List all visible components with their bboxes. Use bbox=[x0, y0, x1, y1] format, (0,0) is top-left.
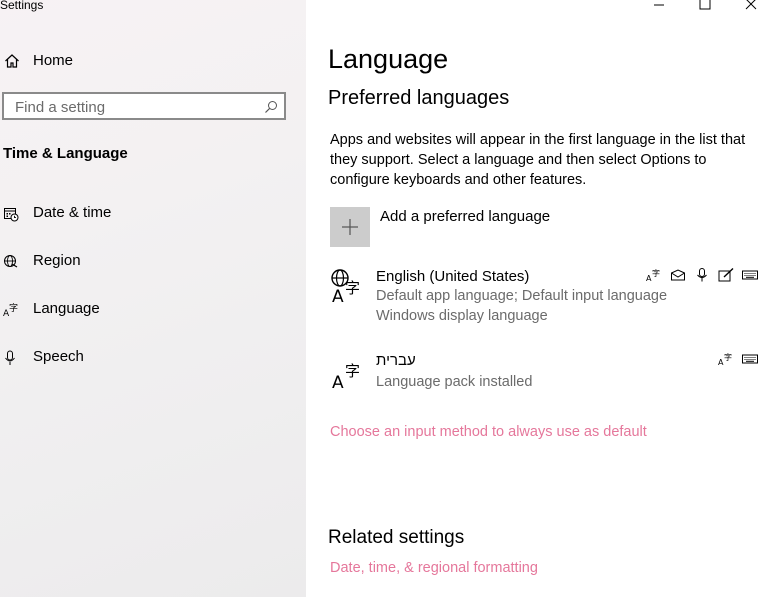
add-language-label[interactable]: Add a preferred language bbox=[380, 208, 550, 225]
language-status-line2: Windows display language bbox=[376, 308, 548, 324]
minimize-icon[interactable] bbox=[652, 0, 666, 12]
regional-formatting-link[interactable]: Date, time, & regional formatting bbox=[330, 560, 538, 576]
section-title: Time & Language bbox=[3, 145, 128, 162]
language-status-line1: Language pack installed bbox=[376, 374, 533, 390]
svg-text:字: 字 bbox=[652, 268, 660, 278]
plus-icon bbox=[342, 219, 358, 235]
keyboard-icon bbox=[742, 354, 758, 364]
language-item-english[interactable]: A 字 English (United States) Default app … bbox=[330, 268, 770, 328]
sidebar-item-label: Region bbox=[33, 252, 81, 269]
keyboard-icon bbox=[742, 270, 758, 280]
search-icon[interactable] bbox=[264, 100, 278, 114]
app-title: Settings bbox=[0, 0, 44, 12]
related-settings-heading: Related settings bbox=[328, 527, 465, 548]
globe-icon bbox=[4, 255, 18, 268]
language-pack-icon: A 字 bbox=[646, 268, 660, 282]
nav-home-label: Home bbox=[33, 52, 74, 69]
preferred-languages-heading: Preferred languages bbox=[328, 87, 510, 109]
search-placeholder: Find a setting bbox=[15, 99, 106, 116]
language-name: עברית bbox=[376, 352, 416, 369]
language-icon: A 字 bbox=[3, 302, 18, 318]
sidebar-item-date-time[interactable]: Date & time bbox=[0, 200, 300, 228]
svg-text:A: A bbox=[332, 373, 344, 392]
microphone-icon bbox=[697, 268, 707, 282]
text-to-speech-icon bbox=[671, 269, 685, 281]
add-language-button[interactable] bbox=[330, 207, 370, 247]
handwriting-icon bbox=[718, 268, 734, 282]
page-title: Language bbox=[328, 44, 449, 74]
sidebar-item-label: Language bbox=[33, 300, 100, 317]
language-name: English (United States) bbox=[376, 268, 530, 285]
sidebar: Settings Home Find a setting Time & Lang… bbox=[0, 0, 306, 597]
microphone-icon bbox=[5, 350, 15, 365]
calendar-clock-icon bbox=[4, 208, 19, 222]
maximize-icon[interactable] bbox=[698, 0, 712, 12]
main-content: Language Preferred languages Apps and we… bbox=[306, 0, 772, 597]
svg-text:字: 字 bbox=[345, 279, 360, 297]
search-input[interactable]: Find a setting bbox=[2, 92, 286, 120]
language-pack-icon: A 字 bbox=[718, 352, 732, 366]
close-icon[interactable] bbox=[744, 0, 758, 12]
window-controls bbox=[652, 0, 772, 12]
description-text: Apps and websites will appear in the fir… bbox=[330, 132, 746, 188]
svg-text:A: A bbox=[332, 287, 344, 304]
language-glyph-icon: A 字 bbox=[332, 362, 360, 392]
sidebar-item-label: Date & time bbox=[33, 204, 112, 221]
nav-home[interactable]: Home bbox=[0, 48, 300, 74]
sidebar-item-region[interactable]: Region bbox=[0, 248, 300, 276]
language-glyph-icon: A 字 bbox=[331, 269, 360, 304]
sidebar-item-speech[interactable]: Speech bbox=[0, 344, 300, 372]
language-status-line1: Default app language; Default input lang… bbox=[376, 288, 668, 304]
input-method-link[interactable]: Choose an input method to always use as … bbox=[330, 424, 647, 440]
sidebar-item-label: Speech bbox=[33, 348, 84, 365]
svg-text:字: 字 bbox=[345, 362, 360, 380]
language-item-hebrew[interactable]: A 字 עברית Language pack installed A 字 bbox=[330, 352, 770, 396]
svg-text:字: 字 bbox=[9, 302, 18, 314]
sidebar-item-language[interactable]: A 字 Language bbox=[0, 296, 300, 324]
svg-text:字: 字 bbox=[724, 352, 732, 362]
home-icon bbox=[5, 54, 19, 68]
